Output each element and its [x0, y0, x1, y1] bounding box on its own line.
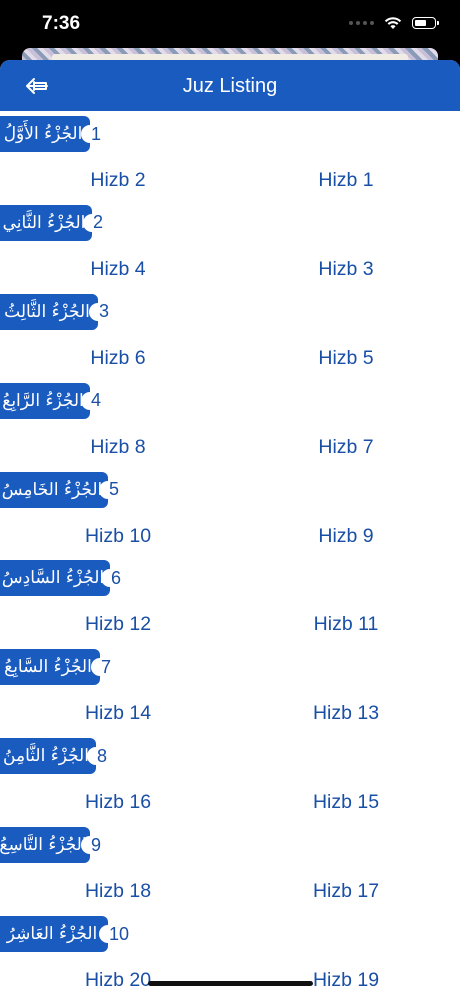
- juz-item: الجُزْءُ الخَامِسُ 5 Hizb 10 Hizb 9: [0, 471, 460, 561]
- page-title: Juz Listing: [182, 75, 278, 97]
- hizb-button[interactable]: Hizb 19: [276, 961, 416, 996]
- juz-header[interactable]: الجُزْءُ السَّابِعُ 7: [0, 649, 112, 686]
- hizb-row: Hizb 4 Hizb 3: [0, 250, 460, 288]
- hizb-button[interactable]: Hizb 15: [276, 783, 416, 821]
- hizb-row: Hizb 12 Hizb 11: [0, 605, 460, 643]
- juz-item: الجُزْءُ السَّادِسُ 6 Hizb 12 Hizb 11: [0, 560, 460, 649]
- hizb-button[interactable]: Hizb 9: [276, 517, 416, 555]
- juz-item: الجُزْءُ الرَّابِعُ 4 Hizb 8 Hizb 7: [0, 382, 460, 472]
- juz-item: الجُزْءُ الثَّانِي 2 Hizb 4 Hizb 3: [0, 204, 460, 294]
- hizb-button[interactable]: Hizb 13: [276, 694, 416, 732]
- juz-number: 4: [91, 390, 102, 411]
- hizb-row: Hizb 18 Hizb 17: [0, 872, 460, 910]
- hizb-button[interactable]: Hizb 5: [276, 339, 416, 377]
- juz-number: 6: [111, 567, 122, 588]
- status-time: 7:36: [42, 13, 81, 34]
- cellular-signal-icon: [349, 21, 374, 25]
- hizb-row: Hizb 8 Hizb 7: [0, 428, 460, 466]
- hizb-button[interactable]: Hizb 17: [276, 872, 416, 910]
- hizb-button[interactable]: Hizb 11: [276, 605, 416, 643]
- juz-number: 3: [99, 301, 110, 322]
- juz-item: الجُزْءُ الثَّالِثُ 3 Hizb 6 Hizb 5: [0, 293, 460, 383]
- juz-number: 9: [91, 834, 102, 855]
- juz-arabic-label: الجُزْءُ الثَّالِثُ: [0, 293, 107, 330]
- hizb-button[interactable]: Hizb 6: [48, 339, 188, 377]
- juz-arabic-label: الجُزْءُ الرَّابِعُ: [0, 382, 99, 419]
- juz-arabic-label: الجُزْءُ العَاشِرُ: [0, 916, 117, 953]
- hizb-button[interactable]: Hizb 18: [48, 872, 188, 910]
- hizb-row: Hizb 20 Hizb 19: [0, 961, 460, 996]
- hizb-button[interactable]: Hizb 16: [48, 783, 188, 821]
- status-bar: 7:36: [0, 0, 460, 50]
- battery-icon: [412, 17, 439, 29]
- juz-header[interactable]: الجُزْءُ الثَّامِنُ 8: [0, 738, 108, 775]
- juz-list: الجُزْءُ الأَوَّلُ 1 Hizb 2 Hizb 1 الجُز…: [0, 116, 460, 996]
- hizb-button[interactable]: Hizb 7: [276, 428, 416, 466]
- hizb-button[interactable]: Hizb 20: [48, 961, 188, 996]
- juz-number: 2: [93, 212, 104, 233]
- nav-bar: Juz Listing: [0, 60, 460, 111]
- juz-item: الجُزْءُ الثَّامِنُ 8 Hizb 16 Hizb 15: [0, 738, 460, 827]
- juz-header[interactable]: الجُزْءُ الثَّالِثُ 3: [0, 293, 110, 330]
- home-indicator[interactable]: [148, 981, 313, 986]
- juz-header[interactable]: الجُزْءُ السَّادِسُ 6: [0, 560, 122, 597]
- hizb-row: Hizb 16 Hizb 15: [0, 783, 460, 821]
- juz-item: الجُزْءُ التَّاسِعُ 9 Hizb 18 Hizb 17: [0, 827, 460, 916]
- hizb-button[interactable]: Hizb 3: [276, 250, 416, 288]
- juz-arabic-label: الجُزْءُ التَّاسِعُ: [0, 827, 99, 864]
- juz-arabic-label: الجُزْءُ الثَّانِي: [0, 204, 101, 241]
- juz-header[interactable]: الجُزْءُ الأَوَّلُ 1: [0, 116, 101, 152]
- juz-item: الجُزْءُ السَّابِعُ 7 Hizb 14 Hizb 13: [0, 649, 460, 738]
- hizb-button[interactable]: Hizb 8: [48, 428, 188, 466]
- hizb-row: Hizb 14 Hizb 13: [0, 694, 460, 732]
- juz-arabic-label: الجُزْءُ الخَامِسُ: [0, 471, 117, 508]
- juz-number: 10: [109, 923, 130, 944]
- juz-arabic-label: الجُزْءُ السَّادِسُ: [0, 560, 119, 597]
- status-icons: [349, 16, 439, 30]
- hizb-row: Hizb 6 Hizb 5: [0, 339, 460, 377]
- hizb-button[interactable]: Hizb 14: [48, 694, 188, 732]
- juz-item: الجُزْءُ الأَوَّلُ 1 Hizb 2 Hizb 1: [0, 116, 460, 205]
- juz-arabic-label: الجُزْءُ الثَّامِنُ: [0, 738, 105, 775]
- hizb-row: Hizb 10 Hizb 9: [0, 517, 460, 555]
- juz-arabic-label: الجُزْءُ الأَوَّلُ: [0, 116, 99, 152]
- juz-number: 5: [109, 479, 120, 500]
- hizb-button[interactable]: Hizb 2: [48, 161, 188, 199]
- juz-number: 1: [91, 123, 102, 144]
- juz-arabic-label: الجُزْءُ السَّابِعُ: [0, 649, 109, 686]
- juz-header[interactable]: الجُزْءُ التَّاسِعُ 9: [0, 827, 102, 864]
- juz-number: 8: [97, 745, 108, 766]
- juz-header[interactable]: الجُزْءُ الرَّابِعُ 4: [0, 382, 102, 419]
- juz-header[interactable]: الجُزْءُ الخَامِسُ 5: [0, 471, 120, 508]
- hizb-row: Hizb 2 Hizb 1: [0, 161, 460, 199]
- juz-number: 7: [101, 656, 112, 677]
- hizb-button[interactable]: Hizb 10: [48, 517, 188, 555]
- juz-listing-sheet: Juz Listing الجُزْءُ الأَوَّلُ 1 Hizb 2 …: [0, 60, 460, 996]
- hizb-button[interactable]: Hizb 4: [48, 250, 188, 288]
- juz-header[interactable]: الجُزْءُ العَاشِرُ 10: [0, 916, 130, 953]
- juz-header[interactable]: الجُزْءُ الثَّانِي 2: [0, 204, 104, 241]
- wifi-icon: [384, 17, 402, 29]
- hizb-button[interactable]: Hizb 12: [48, 605, 188, 643]
- hizb-button[interactable]: Hizb 1: [276, 161, 416, 199]
